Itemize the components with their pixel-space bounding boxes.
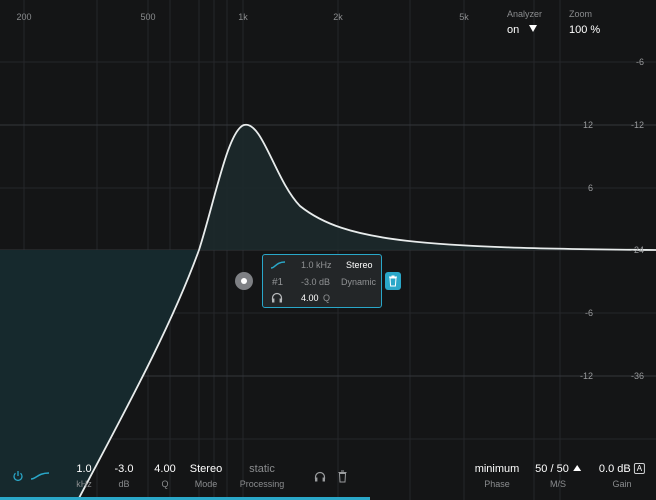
bottom-toolbar: 1.0 kHz -3.0 dB 4.00 Q Stereo Mode stati… — [0, 452, 656, 500]
freq-label-5k: 5k — [459, 12, 469, 22]
filter-shape-icon[interactable] — [30, 471, 50, 481]
phase-value[interactable]: minimum — [475, 463, 520, 475]
db-label-minus-12: -12 — [579, 371, 593, 381]
ms-value[interactable]: 50 / 50 — [535, 463, 569, 475]
zoom-control[interactable]: Zoom 100 % — [569, 9, 600, 38]
freq-label-2k: 2k — [333, 12, 343, 22]
popup-band-index: #1 — [272, 277, 284, 288]
headphones-icon[interactable] — [271, 292, 283, 303]
ms-up-icon[interactable] — [572, 465, 581, 471]
gain-control[interactable]: -3.0 dB — [115, 463, 134, 489]
q-control[interactable]: 4.00 Q — [154, 463, 175, 489]
analyzer-label-minus-6: -6 — [635, 57, 644, 67]
popup-mode[interactable]: Dynamic — [341, 277, 376, 287]
output-gain-label: Gain — [612, 479, 632, 489]
auto-gain-badge[interactable]: A — [633, 463, 646, 474]
db-label-12: 12 — [582, 120, 593, 130]
output-gain-value[interactable]: 0.0 dB — [599, 463, 631, 475]
bell-filter-icon[interactable] — [270, 260, 286, 270]
mode-value[interactable]: Stereo — [190, 463, 222, 475]
popup-gain[interactable]: -3.0 dB — [301, 277, 330, 287]
band-popup[interactable]: 1.0 kHz Stereo #1 -3.0 dB Dynamic 4.00 Q — [262, 254, 382, 308]
band-node-dot — [241, 278, 247, 284]
popup-q-value[interactable]: 4.00 — [301, 293, 319, 303]
power-icon[interactable] — [12, 470, 24, 482]
mode-label: Mode — [194, 479, 218, 489]
processing-value[interactable]: static — [240, 463, 285, 475]
db-label-6: 6 — [587, 183, 593, 193]
output-gain-value-wrap[interactable]: 0.0 dB A — [599, 463, 646, 475]
analyzer-label: Analyzer — [507, 9, 543, 19]
analyzer-value[interactable]: on — [507, 24, 519, 36]
processing-control[interactable]: static Processing — [240, 463, 285, 489]
q-label: Q — [161, 479, 169, 489]
freq-label-200: 200 — [16, 12, 32, 22]
trash-icon — [389, 275, 397, 287]
popup-q-label: Q — [323, 293, 331, 303]
db-label-minus-6: -6 — [584, 308, 593, 318]
gain-value[interactable]: -3.0 — [115, 463, 134, 475]
analyzer-label-minus-12: -12 — [630, 120, 644, 130]
zoom-value[interactable]: 100 % — [569, 24, 600, 36]
freq-label-500: 500 — [140, 12, 156, 22]
frequency-control[interactable]: 1.0 kHz — [76, 463, 92, 489]
ms-control[interactable]: 50 / 50 M/S — [535, 463, 581, 489]
q-value[interactable]: 4.00 — [154, 463, 175, 475]
eq-plugin-window: 200 500 1k 2k 5k 12 6 -6 -12 -6 -12 -24 … — [0, 0, 656, 500]
gain-label: dB — [118, 479, 130, 489]
ms-label: M/S — [549, 479, 567, 489]
eq-graph[interactable] — [0, 0, 656, 500]
delete-band-icon[interactable] — [337, 470, 348, 483]
zoom-label: Zoom — [569, 9, 593, 19]
ms-value-wrap[interactable]: 50 / 50 — [535, 463, 581, 475]
processing-label: Processing — [239, 479, 285, 489]
phase-control[interactable]: minimum Phase — [475, 463, 520, 489]
mode-control[interactable]: Stereo Mode — [190, 463, 222, 489]
analyzer-dropdown-icon[interactable] — [529, 25, 538, 33]
freq-label-1k: 1k — [238, 12, 248, 22]
popup-channel[interactable]: Stereo — [346, 260, 373, 270]
frequency-value[interactable]: 1.0 — [76, 463, 92, 475]
analyzer-control[interactable]: Analyzer on — [507, 9, 542, 38]
output-gain-control[interactable]: 0.0 dB A Gain — [599, 463, 646, 489]
eq-curve-fill — [0, 124, 656, 250]
solo-headphones-icon[interactable] — [314, 471, 326, 482]
analyzer-label-minus-36: -36 — [630, 371, 644, 381]
delete-band-button[interactable] — [385, 272, 401, 290]
popup-frequency[interactable]: 1.0 kHz — [301, 260, 332, 270]
phase-label: Phase — [484, 479, 510, 489]
band-node-handle[interactable] — [235, 272, 253, 290]
frequency-label: kHz — [76, 479, 92, 489]
analyzer-label-minus-24: -24 — [630, 245, 644, 255]
